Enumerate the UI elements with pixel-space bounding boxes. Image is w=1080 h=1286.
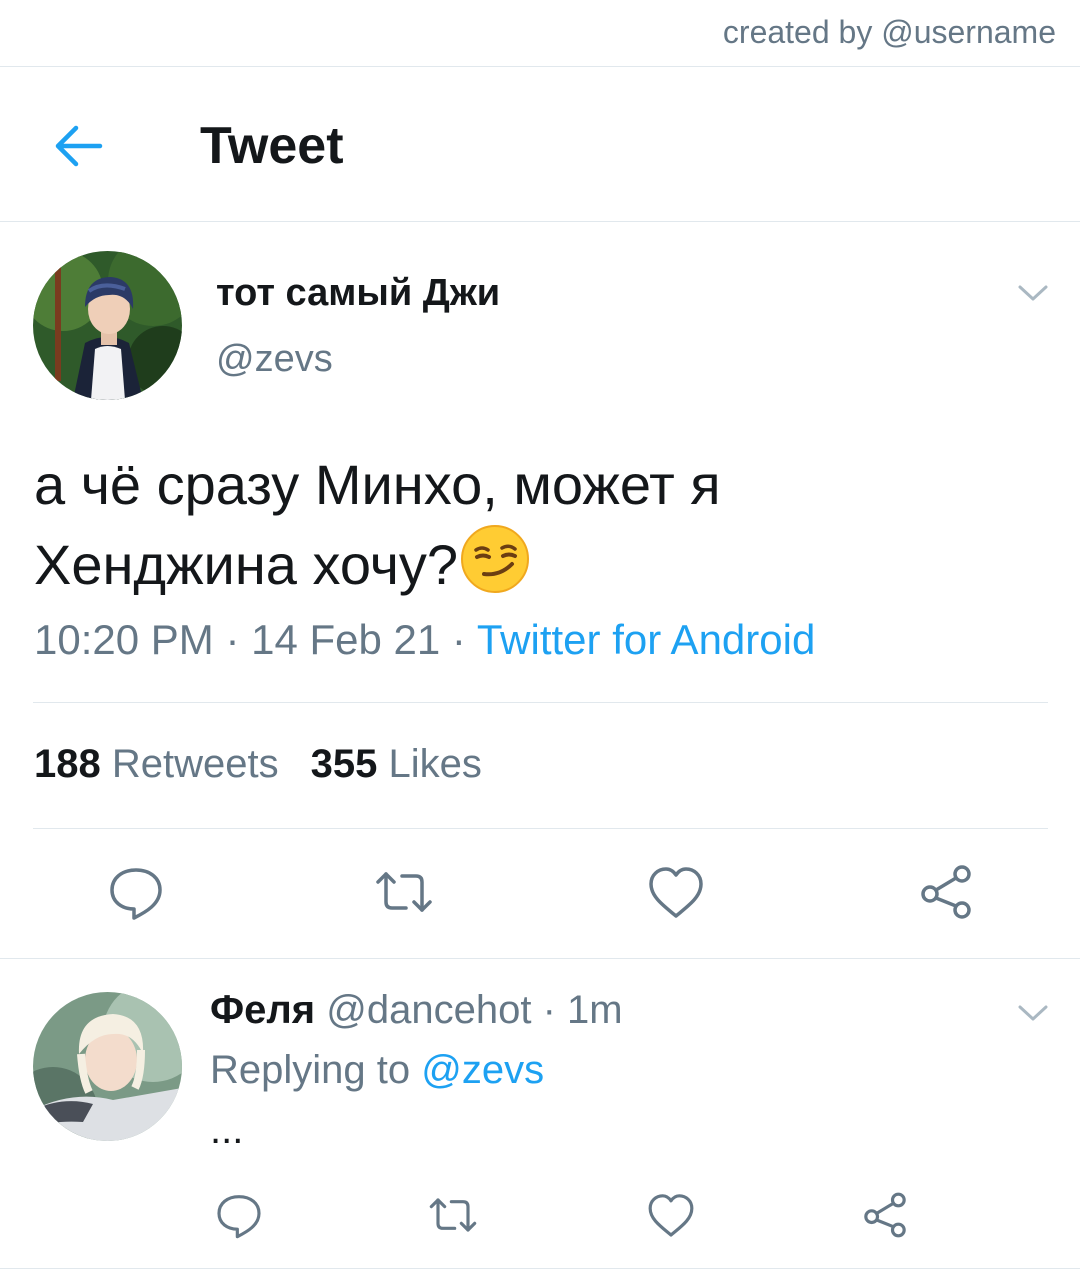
replying-prefix: Replying to <box>210 1048 422 1092</box>
retweets-stat[interactable]: 188 Retweets <box>34 742 279 786</box>
like-icon[interactable] <box>646 1190 696 1240</box>
user-handle[interactable]: @zevs <box>216 338 333 381</box>
reply-display-name[interactable]: Феля <box>210 988 315 1032</box>
reply-icon[interactable] <box>106 862 166 922</box>
retweets-count: 188 <box>34 742 101 786</box>
retweet-icon[interactable] <box>428 1190 478 1240</box>
share-icon[interactable] <box>916 862 976 922</box>
meta-separator: · <box>213 616 252 663</box>
tweet-text-line: Хенджина хочу? <box>34 524 1034 604</box>
tweet-text-fragment: Хенджина хочу? <box>34 533 459 596</box>
display-name[interactable]: тот самый Джи <box>216 272 500 315</box>
avatar[interactable] <box>33 251 182 400</box>
tweet-time: 10:20 PM <box>34 616 214 663</box>
like-icon[interactable] <box>646 862 706 922</box>
retweets-label: Retweets <box>111 742 279 786</box>
chevron-down-icon[interactable] <box>1016 1002 1050 1024</box>
likes-count: 355 <box>310 742 378 786</box>
chevron-down-icon[interactable] <box>1016 282 1050 304</box>
divider <box>0 1268 1080 1269</box>
divider <box>33 828 1048 829</box>
retweet-icon[interactable] <box>374 862 434 922</box>
meta-separator: · <box>440 616 477 663</box>
share-icon[interactable] <box>860 1190 910 1240</box>
tweet-meta: 10:20 PM · 14 Feb 21 · Twitter for Andro… <box>34 616 815 664</box>
reply-header: Феля @dancehot · 1m <box>210 988 623 1033</box>
replying-to: Replying to @zevs <box>210 1048 544 1093</box>
smirking-face-emoji-icon <box>460 524 530 594</box>
likes-label: Likes <box>388 742 482 786</box>
divider <box>0 958 1080 959</box>
tweet-date: 14 Feb 21 <box>251 616 441 663</box>
credit-text: created by @username <box>722 14 1056 50</box>
replying-to-link[interactable]: @zevs <box>421 1048 544 1092</box>
likes-stat[interactable]: 355 Likes <box>311 742 482 786</box>
tweet-stats: 188 Retweets 355 Likes <box>34 742 482 787</box>
reply-handle[interactable]: @dancehot <box>326 988 531 1032</box>
reply-time: 1m <box>567 988 623 1032</box>
page-title: Tweet <box>200 117 344 175</box>
tweet-source-link[interactable]: Twitter for Android <box>477 616 815 663</box>
tweet-text-line: а чё сразу Минхо, может я <box>34 453 721 516</box>
arrow-left-icon[interactable] <box>52 122 104 170</box>
meta-separator: · <box>531 988 568 1032</box>
tweet-text: а чё сразу Минхо, может я Хенджина хочу? <box>34 446 1034 604</box>
header <box>0 67 1080 222</box>
credit-bar: created by @username <box>0 0 1080 67</box>
reply-text: ... <box>210 1108 244 1152</box>
reply-avatar[interactable] <box>33 992 182 1141</box>
reply-icon[interactable] <box>214 1190 264 1240</box>
divider <box>33 702 1048 703</box>
